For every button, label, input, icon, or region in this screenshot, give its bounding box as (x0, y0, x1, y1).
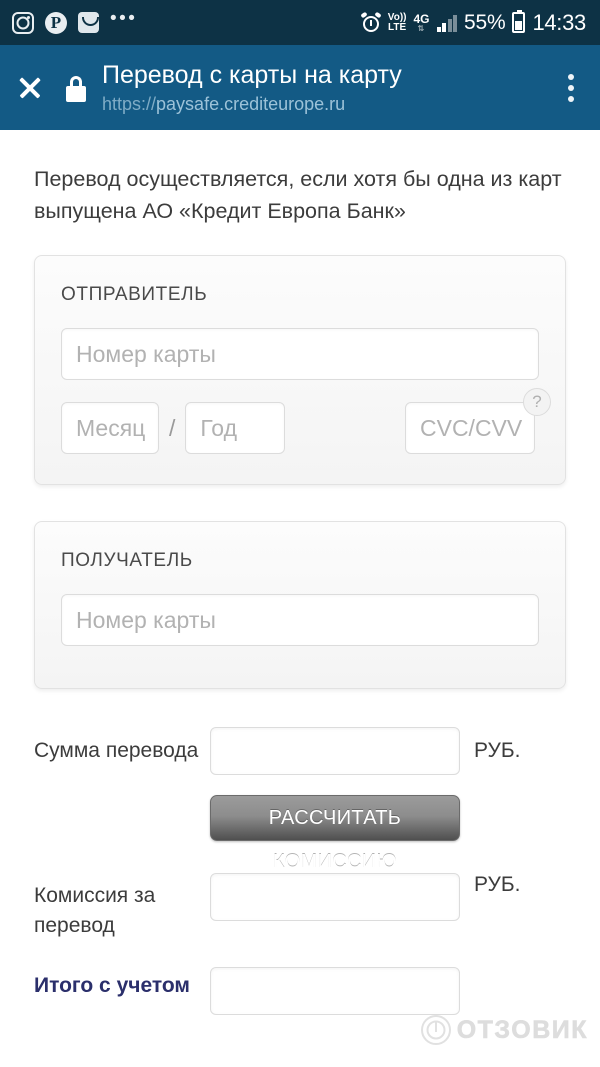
signal-strength-icon (436, 14, 457, 32)
total-label: Итого с учетом (34, 974, 190, 997)
battery-percent-label: 55% (464, 10, 506, 34)
network-activity-arrows: ⇅ (417, 23, 426, 33)
recipient-panel: ПОЛУЧАТЕЛЬ Номер карты (34, 521, 566, 689)
close-icon[interactable] (0, 45, 60, 130)
volte-top-label: Vo)) (387, 11, 407, 23)
status-bar-notifications: P ••• (12, 7, 138, 34)
sender-expiry-year-input[interactable]: Год (185, 402, 286, 454)
phone-screen: P ••• Vo)) LTE 4G ⇅ 55% 14:33 Перевод с … (0, 0, 600, 1067)
status-bar-system: Vo)) LTE 4G ⇅ 55% 14:33 (360, 9, 586, 36)
calculate-commission-button[interactable]: РАССЧИТАТЬ КОМИССИЮ (210, 795, 460, 873)
intro-text: Перевод осуществляется, если хотя бы одн… (34, 167, 562, 223)
commission-input[interactable] (210, 873, 460, 921)
expiry-separator: / (169, 414, 176, 441)
pinterest-icon: P (45, 11, 67, 34)
cvc-help-icon[interactable]: ? (523, 388, 551, 416)
page-url: https://paysafe.crediteurope.ru (102, 90, 542, 116)
transfer-amount-row: Сумма перевода РУБ. (34, 727, 566, 775)
calculation-rows: Сумма перевода РУБ. РАССЧИТАТЬ КОМИССИЮ … (0, 689, 600, 1015)
url-scheme: https:// (102, 93, 157, 114)
network-type-label: 4G (413, 11, 430, 26)
total-row: Итого с учетом (34, 967, 566, 1015)
alarm-icon (360, 11, 382, 33)
lock-icon (60, 45, 94, 130)
shopping-app-icon (78, 12, 99, 33)
sender-panel-title: ОТПРАВИТЕЛЬ (61, 284, 208, 305)
status-bar: P ••• Vo)) LTE 4G ⇅ 55% 14:33 (0, 0, 600, 45)
sender-cvc-input[interactable]: CVC/CVV (405, 402, 535, 454)
more-notifications-icon: ••• (110, 7, 138, 29)
transfer-amount-input[interactable] (210, 727, 460, 775)
sender-panel: ОТПРАВИТЕЛЬ Номер карты Месяц / Год CVC/… (34, 255, 566, 485)
calculate-button-row: РАССЧИТАТЬ КОМИССИЮ (210, 795, 566, 873)
battery-icon (512, 10, 526, 33)
transfer-amount-unit: РУБ. (474, 739, 521, 762)
sender-cvc-wrapper: CVC/CVV ? (405, 388, 551, 454)
recipient-panel-title: ПОЛУЧАТЕЛЬ (61, 550, 193, 571)
browser-app-bar: Перевод с карты на карту https://paysafe… (0, 45, 600, 130)
recipient-card-number-input[interactable]: Номер карты (61, 594, 539, 646)
network-type-icon: 4G ⇅ (413, 13, 429, 33)
total-input[interactable] (210, 967, 460, 1015)
page-title-block[interactable]: Перевод с карты на карту https://paysafe… (94, 60, 542, 116)
web-page-content: Перевод осуществляется, если хотя бы одн… (0, 130, 600, 1067)
commission-label: Комиссия за перевод (34, 884, 156, 937)
volte-icon: Vo)) LTE (387, 11, 407, 33)
volte-bottom-label: LTE (388, 21, 407, 33)
overflow-menu-icon[interactable] (542, 45, 600, 130)
url-host: paysafe.crediteurope.ru (156, 93, 346, 114)
page-title: Перевод с карты на карту (102, 60, 402, 89)
sender-expiry-month-input[interactable]: Месяц (61, 402, 159, 454)
clock-label: 14:33 (532, 9, 586, 35)
transfer-amount-label: Сумма перевода (34, 739, 199, 762)
commission-unit: РУБ. (474, 873, 521, 896)
sender-expiry-row: Месяц / Год CVC/CVV ? (61, 388, 551, 454)
instagram-icon (12, 11, 34, 34)
sender-card-number-input[interactable]: Номер карты (61, 328, 539, 380)
commission-row: Комиссия за перевод РУБ. (34, 873, 566, 941)
